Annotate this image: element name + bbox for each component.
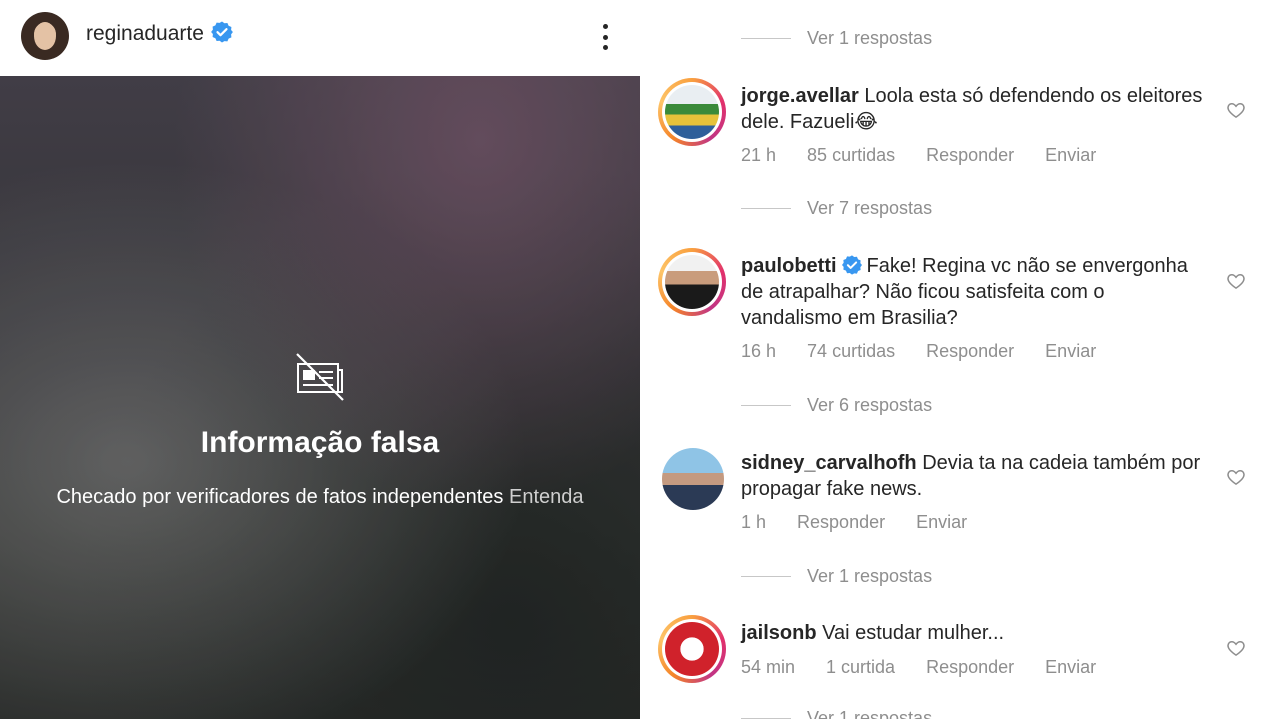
crossed-out-news-icon (296, 353, 344, 401)
reply-button[interactable]: Responder (926, 341, 1014, 362)
view-replies-button[interactable]: Ver 6 respostas (741, 393, 932, 417)
author-username-text[interactable]: reginaduarte (86, 22, 204, 45)
verified-badge-icon (211, 21, 233, 43)
false-info-subtitle: Checado por verificadores de fatos indep… (0, 486, 640, 509)
more-dot (602, 24, 608, 29)
comment-text: jorge.avellar Loola esta só defendendo o… (741, 83, 1211, 135)
post-header: reginaduarte (0, 0, 640, 76)
comment-text: sidney_carvalhofh Devia ta na cadeia tam… (741, 450, 1211, 502)
view-replies-label[interactable]: Ver 6 respostas (807, 395, 932, 416)
commenter-username[interactable]: jailsonb (741, 622, 817, 644)
comment-meta: 16 h 74 curtidas Responder Enviar (741, 341, 1127, 362)
commenter-username[interactable]: jorge.avellar (741, 85, 859, 107)
replies-divider (741, 404, 791, 406)
reply-button[interactable]: Responder (797, 512, 885, 533)
view-replies-button[interactable]: Ver 7 respostas (741, 196, 932, 220)
view-replies-button[interactable]: Ver 1 respostas (741, 26, 932, 50)
comment-likes[interactable]: 74 curtidas (807, 341, 895, 362)
comment-time: 1 h (741, 512, 767, 532)
comment-meta: 21 h 85 curtidas Responder Enviar (741, 145, 1127, 166)
like-heart-icon[interactable] (1226, 467, 1246, 487)
replies-divider (741, 37, 791, 39)
more-dot (602, 34, 608, 40)
comment-meta: 1 h Responder Enviar (741, 512, 998, 533)
view-replies-button[interactable]: Ver 1 respostas (741, 564, 932, 588)
reply-button[interactable]: Responder (926, 657, 1014, 678)
commenter-avatar[interactable] (658, 248, 726, 316)
like-heart-icon[interactable] (1226, 638, 1246, 658)
commenter-avatar[interactable] (662, 448, 724, 510)
replies-divider (741, 207, 791, 209)
reply-button[interactable]: Responder (926, 145, 1014, 166)
comment-time: 16 h (741, 341, 777, 361)
comment-meta: 54 min 1 curtida Responder Enviar (741, 657, 1127, 678)
comment-time: 21 h (741, 145, 777, 165)
fact-check-text: Checado por verificadores de fatos indep… (56, 486, 504, 508)
verified-badge-icon (841, 255, 862, 275)
more-dot (602, 45, 608, 50)
comment-text: jailsonb Vai estudar mulher... (741, 620, 1211, 646)
view-replies-label[interactable]: Ver 1 respostas (807, 28, 932, 49)
view-replies-label[interactable]: Ver 1 respostas (807, 708, 932, 719)
view-replies-label[interactable]: Ver 7 respostas (807, 198, 932, 219)
send-button[interactable]: Enviar (916, 512, 967, 533)
commenter-avatar[interactable] (658, 615, 726, 683)
post-media-blurred[interactable]: Informação falsa Checado por verificador… (0, 76, 640, 719)
commenter-username[interactable]: paulobetti (741, 255, 837, 277)
replies-divider (741, 575, 791, 577)
learn-more-link[interactable]: Entenda (509, 486, 584, 508)
author-username[interactable]: reginaduarte (86, 21, 234, 46)
comments-pane: Ver 1 respostas jorge.avellar Loola esta… (640, 0, 1280, 719)
send-button[interactable]: Enviar (1045, 657, 1096, 678)
false-info-title: Informação falsa (200, 426, 440, 459)
author-avatar[interactable] (21, 12, 69, 60)
comment-text: paulobetti Fake! Regina vc não se enverg… (741, 253, 1211, 331)
commenter-avatar[interactable] (658, 78, 726, 146)
commenter-username[interactable]: sidney_carvalhofh (741, 452, 917, 474)
send-button[interactable]: Enviar (1045, 145, 1096, 166)
view-replies-label[interactable]: Ver 1 respostas (807, 566, 932, 587)
post-pane: reginaduarte Informação falsa Checado po… (0, 0, 640, 719)
view-replies-button[interactable]: Ver 1 respostas (741, 706, 932, 719)
more-options-button[interactable] (594, 20, 616, 54)
comment-likes[interactable]: 1 curtida (826, 657, 895, 678)
like-heart-icon[interactable] (1226, 271, 1246, 291)
comment-content: Vai estudar mulher... (822, 622, 1005, 644)
comment-time: 54 min (741, 657, 796, 677)
send-button[interactable]: Enviar (1045, 341, 1096, 362)
like-heart-icon[interactable] (1226, 100, 1246, 120)
replies-divider (741, 717, 791, 719)
comment-likes[interactable]: 85 curtidas (807, 145, 895, 166)
